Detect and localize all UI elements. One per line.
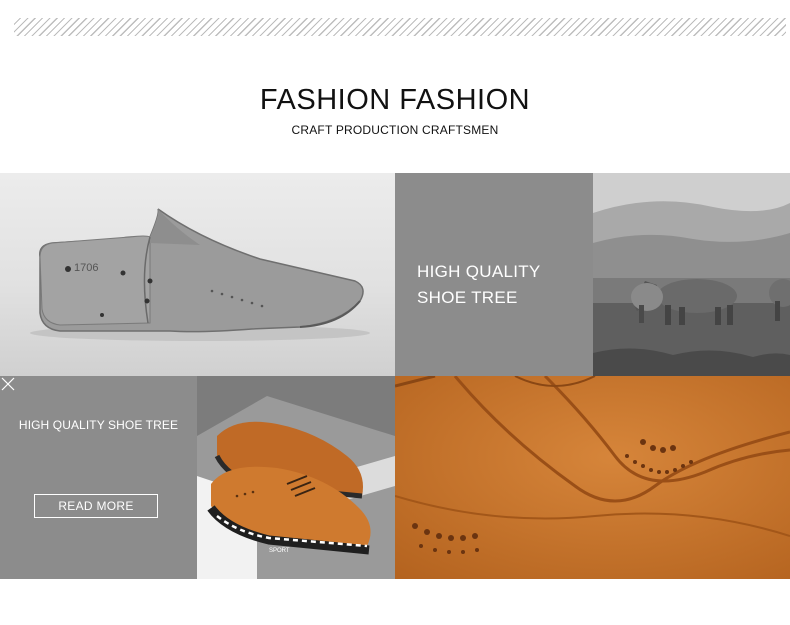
feature-title-line2: SHOE TREE: [417, 288, 518, 307]
cows-pasture-image: [593, 173, 790, 376]
suede-closeup-image: [395, 376, 790, 579]
close-icon[interactable]: [0, 376, 16, 392]
shoe-last-stamp: 1706: [74, 262, 98, 274]
read-more-button[interactable]: READ MORE: [34, 494, 158, 518]
feature-panel-bottom: HIGH QUALITY SHOE TREE READ MORE: [0, 376, 197, 579]
decorative-stripe-bar: [14, 18, 786, 36]
shoe-sole-text: SPORT: [269, 548, 290, 554]
feature-panel-top: HIGH QUALITY SHOE TREE: [395, 173, 593, 376]
feature-panel-title: HIGH QUALITY SHOE TREE: [18, 418, 179, 432]
feature-title-line1: HIGH QUALITY: [417, 262, 541, 281]
page-subtitle: CRAFT PRODUCTION CRAFTSMEN: [291, 123, 499, 137]
page-title: FASHION FASHION: [259, 84, 531, 116]
shoe-last-image: 1706: [0, 173, 395, 376]
brogue-shoes-image: SPORT: [197, 376, 395, 579]
